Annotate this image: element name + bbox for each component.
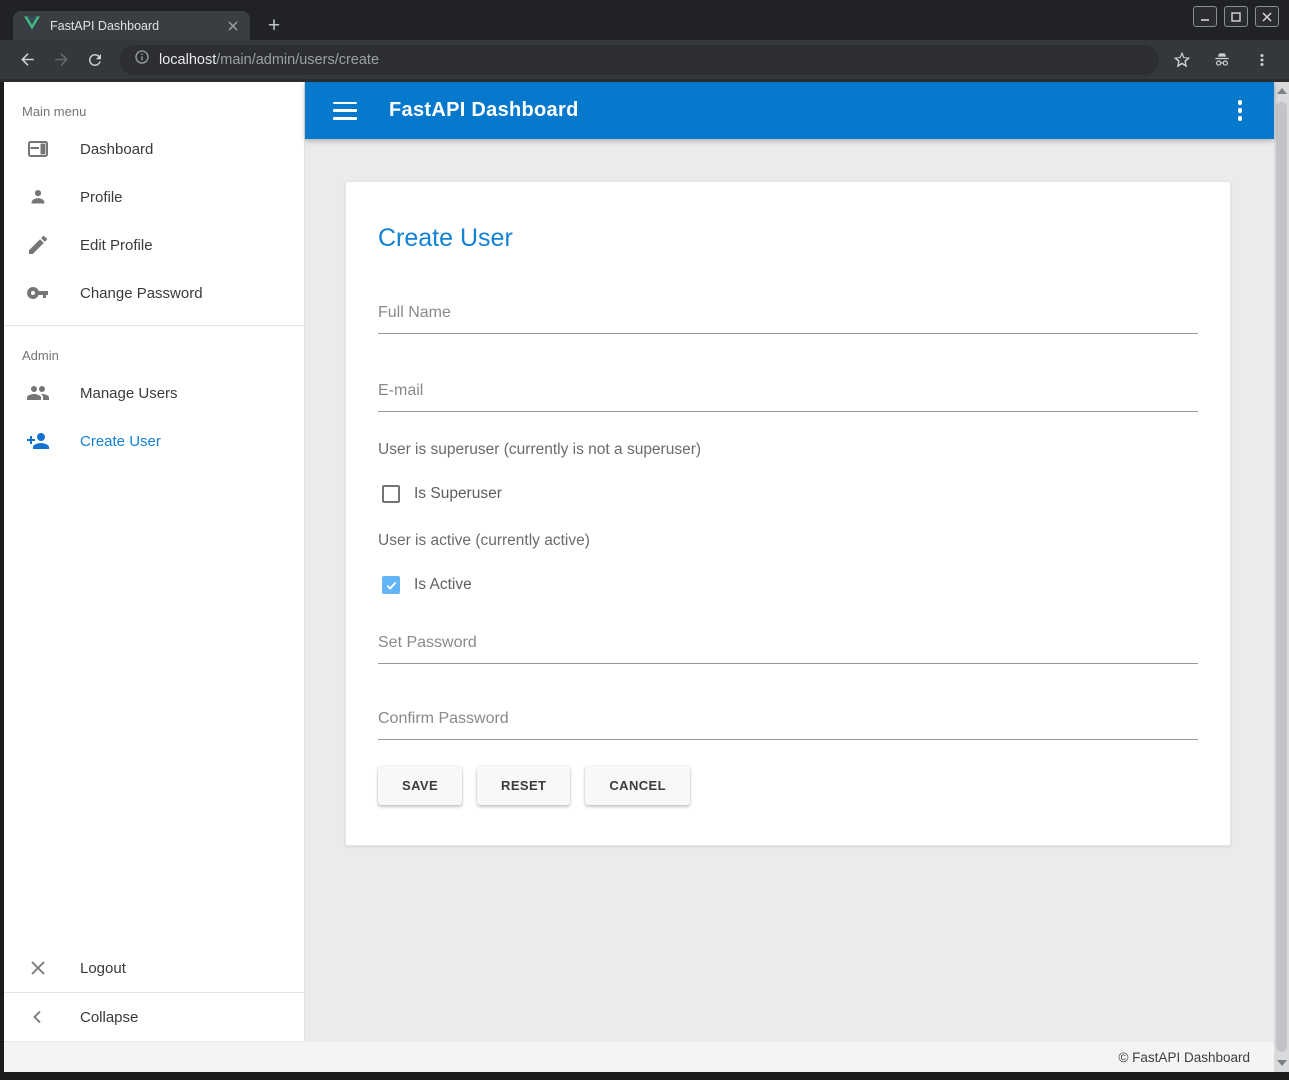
- person-add-icon: [26, 429, 50, 453]
- new-tab-button[interactable]: +: [262, 14, 286, 38]
- page-scrollbar[interactable]: [1274, 82, 1289, 1072]
- form-actions: SAVE RESET CANCEL: [378, 766, 1198, 805]
- is-superuser-label: Is Superuser: [414, 485, 502, 503]
- app-header: FastAPI Dashboard: [305, 82, 1274, 139]
- sidebar-item-create-user[interactable]: Create User: [4, 417, 304, 465]
- browser-window: FastAPI Dashboard +: [0, 0, 1289, 1080]
- dashboard-icon: [26, 137, 50, 161]
- browser-tab[interactable]: FastAPI Dashboard: [13, 11, 250, 40]
- sidebar-item-manage-users[interactable]: Manage Users: [4, 369, 304, 417]
- page-footer: © FastAPI Dashboard: [4, 1041, 1274, 1072]
- window-close-button[interactable]: [1255, 6, 1279, 27]
- email-field-wrap: [378, 378, 1198, 412]
- bookmark-star-icon[interactable]: [1167, 45, 1197, 75]
- is-superuser-checkbox[interactable]: [382, 485, 400, 503]
- scrollbar-down-arrow-icon[interactable]: [1277, 1060, 1287, 1066]
- sidebar: Main menu Dashboard Profile: [4, 82, 305, 1041]
- confirm-password-field-wrap: [378, 706, 1198, 740]
- reload-icon[interactable]: [80, 45, 110, 75]
- logout-x-icon: [26, 956, 50, 980]
- person-icon: [26, 185, 50, 209]
- back-icon[interactable]: [12, 45, 42, 75]
- confirm-password-input[interactable]: [378, 706, 1198, 740]
- people-icon: [26, 381, 50, 405]
- sidebar-item-dashboard[interactable]: Dashboard: [4, 125, 304, 173]
- tab-title: FastAPI Dashboard: [50, 19, 224, 33]
- is-active-label: Is Active: [414, 576, 472, 594]
- scrollbar-up-arrow-icon[interactable]: [1277, 88, 1287, 94]
- reset-button[interactable]: RESET: [477, 766, 570, 805]
- scrollbar-thumb[interactable]: [1276, 102, 1287, 1052]
- window-minimize-button[interactable]: [1193, 6, 1217, 27]
- superuser-hint: User is superuser (currently is not a su…: [378, 441, 1198, 459]
- browser-menu-icon[interactable]: [1247, 45, 1277, 75]
- incognito-icon: [1207, 45, 1237, 75]
- sidebar-item-profile[interactable]: Profile: [4, 173, 304, 221]
- key-icon: [26, 281, 50, 305]
- email-input[interactable]: [378, 378, 1198, 412]
- tab-close-icon[interactable]: [224, 17, 242, 35]
- url-host: localhost: [159, 52, 216, 68]
- full-name-field-wrap: [378, 300, 1198, 334]
- is-active-checkbox-row[interactable]: Is Active: [378, 576, 1198, 594]
- set-password-input[interactable]: [378, 630, 1198, 664]
- url-path: /main/admin/users/create: [216, 52, 379, 68]
- url-bar[interactable]: localhost/main/admin/users/create: [120, 45, 1159, 75]
- app-title: FastAPI Dashboard: [389, 99, 579, 122]
- page-title: Create User: [378, 224, 1198, 253]
- window-maximize-button[interactable]: [1224, 6, 1248, 27]
- save-button[interactable]: SAVE: [378, 766, 462, 805]
- set-password-field-wrap: [378, 630, 1198, 664]
- main-content: Create User User is superuser (currently…: [305, 139, 1274, 1041]
- hamburger-menu-icon[interactable]: [333, 102, 357, 120]
- vue-logo-icon: [24, 16, 40, 35]
- app-menu-kebab-icon[interactable]: [1228, 99, 1252, 123]
- full-name-input[interactable]: [378, 300, 1198, 334]
- sidebar-section-main-menu: Main menu: [4, 82, 304, 125]
- sidebar-item-change-password[interactable]: Change Password: [4, 269, 304, 317]
- sidebar-item-logout[interactable]: Logout: [4, 944, 304, 992]
- forward-icon: [46, 45, 76, 75]
- active-hint: User is active (currently active): [378, 532, 1198, 550]
- is-superuser-checkbox-row[interactable]: Is Superuser: [378, 485, 1198, 503]
- sidebar-section-admin: Admin: [4, 326, 304, 369]
- copyright-text: © FastAPI Dashboard: [1118, 1050, 1250, 1065]
- sidebar-item-edit-profile[interactable]: Edit Profile: [4, 221, 304, 269]
- browser-toolbar: localhost/main/admin/users/create: [0, 40, 1289, 82]
- sidebar-item-collapse[interactable]: Collapse: [4, 993, 304, 1041]
- cancel-button[interactable]: CANCEL: [585, 766, 690, 805]
- site-info-icon[interactable]: [134, 49, 150, 70]
- browser-titlebar: FastAPI Dashboard +: [0, 0, 1289, 40]
- is-active-checkbox[interactable]: [382, 576, 400, 594]
- create-user-card: Create User User is superuser (currently…: [345, 181, 1231, 846]
- chevron-left-icon: [26, 1005, 50, 1029]
- pencil-icon: [26, 233, 50, 257]
